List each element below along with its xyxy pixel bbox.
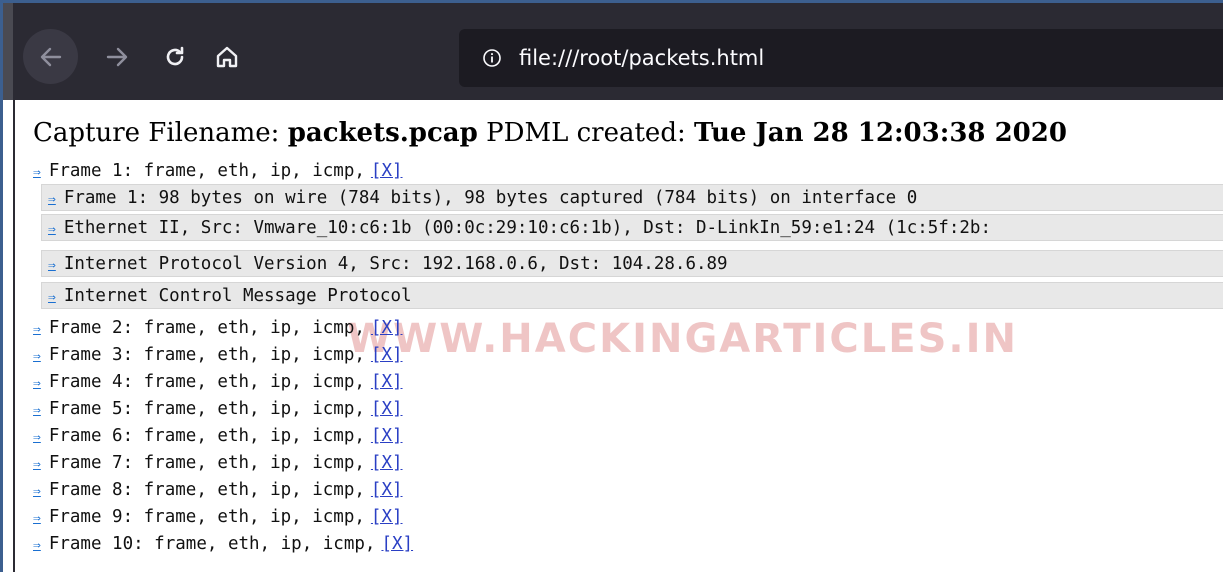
expand-arrow-icon[interactable]: ⇒ xyxy=(48,192,56,207)
home-button[interactable] xyxy=(205,32,249,82)
frame-toggle-link[interactable]: [X] xyxy=(371,345,403,365)
expand-arrow-icon[interactable]: ⇒ xyxy=(33,430,41,445)
created-timestamp: Tue Jan 28 12:03:38 2020 xyxy=(693,118,1067,148)
frame-row: ⇒ Frame 6: frame, eth, ip, icmp, [X] xyxy=(33,425,403,448)
detail-row: ⇒ Frame 1: 98 bytes on wire (784 bits), 9… xyxy=(41,184,1223,211)
frame-summary: Frame 2: frame, eth, ip, icmp, xyxy=(48,318,365,338)
reload-icon xyxy=(166,46,184,66)
frame-summary: Frame 7: frame, eth, ip, icmp, xyxy=(48,453,365,473)
back-arrow-icon xyxy=(40,47,61,66)
frame-summary: Frame 9: frame, eth, ip, icmp, xyxy=(48,507,365,527)
info-icon[interactable] xyxy=(481,47,503,69)
expand-arrow-icon[interactable]: ⇒ xyxy=(33,322,41,337)
capture-summary: Capture Filename: packets.pcap PDML crea… xyxy=(33,118,1067,148)
page-content: Capture Filename: packets.pcap PDML crea… xyxy=(13,100,1223,572)
expand-arrow-icon[interactable]: ⇒ xyxy=(33,376,41,391)
frame-row: ⇒ Frame 8: frame, eth, ip, icmp, [X] xyxy=(33,479,403,502)
detail-row: ⇒ Internet Control Message Protocol xyxy=(41,282,1223,309)
frame-row: ⇒ Frame 7: frame, eth, ip, icmp, [X] xyxy=(33,452,403,475)
browser-toolbar: file:///root/packets.html xyxy=(3,3,1223,100)
frame-toggle-link[interactable]: [X] xyxy=(371,372,403,392)
frame-summary: Frame 4: frame, eth, ip, icmp, xyxy=(48,372,365,392)
expand-arrow-icon[interactable]: ⇒ xyxy=(33,457,41,472)
expand-arrow-icon[interactable]: ⇒ xyxy=(33,165,41,180)
frame-toggle-link[interactable]: [X] xyxy=(371,453,403,473)
expand-arrow-icon[interactable]: ⇒ xyxy=(33,538,41,553)
reload-button[interactable] xyxy=(153,32,197,82)
frame-toggle-link[interactable]: [X] xyxy=(371,480,403,500)
detail-text: Internet Protocol Version 4, Src: 192.16… xyxy=(63,254,728,274)
frame-summary: Frame 8: frame, eth, ip, icmp, xyxy=(48,480,365,500)
url-text: file:///root/packets.html xyxy=(519,46,765,70)
frame-toggle-link[interactable]: [X] xyxy=(371,507,403,527)
created-label: PDML created: xyxy=(486,118,686,148)
home-icon xyxy=(216,46,238,68)
expand-arrow-icon[interactable]: ⇒ xyxy=(33,403,41,418)
frame-summary: Frame 3: frame, eth, ip, icmp, xyxy=(48,345,365,365)
frame-row: ⇒ Frame 10: frame, eth, ip, icmp, [X] xyxy=(33,533,413,556)
detail-text: Frame 1: 98 bytes on wire (784 bits), 98… xyxy=(63,188,918,208)
expand-arrow-icon[interactable]: ⇒ xyxy=(48,222,56,237)
frame-row: ⇒ Frame 2: frame, eth, ip, icmp, [X] xyxy=(33,317,403,340)
frame-row: ⇒ Frame 9: frame, eth, ip, icmp, [X] xyxy=(33,506,403,529)
expand-arrow-icon[interactable]: ⇒ xyxy=(48,290,56,305)
expand-arrow-icon[interactable]: ⇒ xyxy=(33,349,41,364)
capture-filename: packets.pcap xyxy=(287,118,478,148)
detail-text: Internet Control Message Protocol xyxy=(63,286,412,306)
frame-toggle-link[interactable]: [X] xyxy=(381,534,413,554)
expand-arrow-icon[interactable]: ⇒ xyxy=(33,484,41,499)
frame-row: ⇒ Frame 5: frame, eth, ip, icmp, [X] xyxy=(33,398,403,421)
frame-toggle-link[interactable]: [X] xyxy=(371,161,403,181)
address-bar[interactable]: file:///root/packets.html xyxy=(459,29,1223,87)
frame-toggle-link[interactable]: [X] xyxy=(371,399,403,419)
forward-arrow-icon xyxy=(106,47,128,67)
frame-summary: Frame 6: frame, eth, ip, icmp, xyxy=(48,426,365,446)
detail-row: ⇒ Ethernet II, Src: Vmware_10:c6:1b (00:0… xyxy=(41,214,1223,241)
back-button[interactable] xyxy=(23,29,78,84)
frame-toggle-link[interactable]: [X] xyxy=(371,426,403,446)
frame-row: ⇒ Frame 1: frame, eth, ip, icmp, [X] xyxy=(33,160,403,183)
expand-arrow-icon[interactable]: ⇒ xyxy=(33,511,41,526)
watermark: WWW.HACKINGARTICLES.IN xyxy=(347,316,1018,362)
detail-text: Ethernet II, Src: Vmware_10:c6:1b (00:0c… xyxy=(63,218,991,238)
frame-summary: Frame 10: frame, eth, ip, icmp, xyxy=(48,534,376,554)
detail-row: ⇒ Internet Protocol Version 4, Src: 192.1… xyxy=(41,250,1223,277)
frame-summary: Frame 1: frame, eth, ip, icmp, xyxy=(48,161,365,181)
frame-row: ⇒ Frame 3: frame, eth, ip, icmp, [X] xyxy=(33,344,403,367)
frame-toggle-link[interactable]: [X] xyxy=(371,318,403,338)
filename-label: Capture Filename: xyxy=(33,118,280,148)
browser-window: file:///root/packets.html Capture Filena… xyxy=(0,0,1223,572)
forward-button[interactable] xyxy=(95,32,139,82)
expand-arrow-icon[interactable]: ⇒ xyxy=(48,258,56,273)
frame-row: ⇒ Frame 4: frame, eth, ip, icmp, [X] xyxy=(33,371,403,394)
frame-summary: Frame 5: frame, eth, ip, icmp, xyxy=(48,399,365,419)
